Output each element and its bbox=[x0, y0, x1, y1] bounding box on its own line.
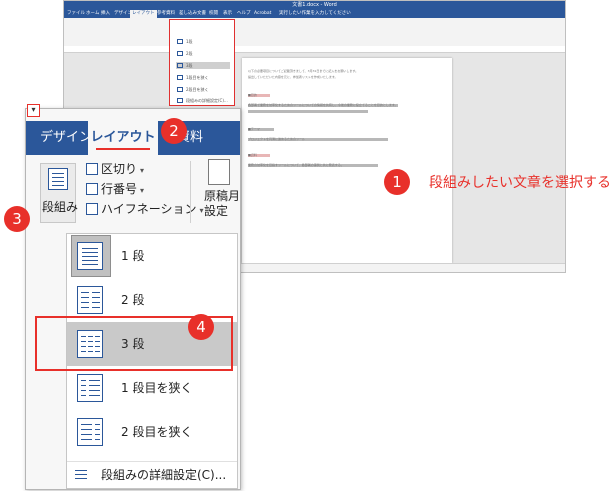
doc-line-selected: 各部署で業務を効率化するためのツールについての情報を共有し、今後の業務に役立てる… bbox=[248, 103, 398, 107]
menu-item-right-narrow[interactable]: 2 段目を狭く bbox=[67, 410, 237, 454]
callout-1: 1 bbox=[384, 169, 410, 195]
menu-item-one-column[interactable]: 1 段 bbox=[67, 234, 237, 278]
menu-item-2col[interactable]: 2段 bbox=[176, 50, 230, 57]
menu-item-left[interactable]: 1段目を狭く bbox=[176, 74, 230, 81]
menu-item-more[interactable]: 段組みの詳細設定(C)... bbox=[176, 97, 230, 104]
doc-line-selected: ■テーマ bbox=[248, 128, 274, 131]
tab-references[interactable]: 参考資料 bbox=[157, 10, 175, 18]
right-narrow-icon bbox=[77, 418, 103, 446]
breaks-button[interactable]: 区切り ▾ bbox=[86, 159, 144, 179]
tab-acrobat[interactable]: Acrobat bbox=[254, 10, 271, 18]
doc-line-selected: プロジェクトを円滑に進めるためのツール bbox=[248, 138, 388, 141]
ruler bbox=[64, 46, 565, 53]
one-column-icon bbox=[77, 242, 103, 270]
doc-line-selected bbox=[248, 110, 368, 113]
hyphenation-icon bbox=[86, 203, 98, 215]
menu-item-3col[interactable]: 3段 bbox=[176, 62, 230, 69]
hyphenation-label: ハイフネーション bbox=[101, 202, 197, 216]
chevron-down-icon: ▾ bbox=[140, 186, 145, 195]
tab-view[interactable]: 表示 bbox=[223, 10, 232, 18]
window-title: 文書1.docx - Word bbox=[292, 2, 337, 8]
breaks-label: 区切り bbox=[101, 162, 138, 176]
doc-line-selected: 業務の効率化を目指すツールについて、各部署の事例と共に発表する。 bbox=[248, 164, 378, 167]
columns-icon bbox=[48, 168, 68, 190]
menu-item-right[interactable]: 2段目を狭く bbox=[176, 86, 230, 93]
title-bar: 文書1.docx - Word bbox=[64, 1, 565, 10]
menu-footer-label: 段組みの詳細設定(C)... bbox=[101, 468, 227, 482]
columns-button[interactable]: 段組み bbox=[40, 163, 79, 223]
doc-line: 提出していただいた内容を元に、参加者リストを作成いたします。 bbox=[248, 75, 338, 79]
ribbon-tab-bar: ファイル ホーム 挿入 デザイン レイアウト 参考資料 差し込み文書 校閲 表示… bbox=[64, 10, 565, 18]
ribbon-body bbox=[64, 18, 565, 47]
tab-review[interactable]: 校閲 bbox=[209, 10, 218, 18]
menu-item-label: 1 段 bbox=[121, 249, 145, 263]
breaks-icon bbox=[86, 163, 98, 175]
line-numbers-button[interactable]: 行番号 ▾ bbox=[86, 179, 144, 199]
manuscript-label: 原稿月 設定 bbox=[204, 189, 241, 218]
two-columns-icon bbox=[77, 286, 103, 314]
document-page[interactable]: 以下の必要項目についてご記載頂きまして、3月31日までに記入をお願いします。 提… bbox=[242, 58, 452, 263]
menu-item-label: 2 段目を狭く bbox=[121, 425, 193, 439]
columns-dropdown-arrow[interactable]: ▾ bbox=[27, 104, 40, 117]
tab-insert[interactable]: 挿入 bbox=[101, 10, 110, 18]
tab-mailings[interactable]: 差し込み文書 bbox=[179, 10, 206, 18]
group-separator bbox=[190, 161, 191, 223]
menu-item-1col[interactable]: 1段 bbox=[176, 38, 230, 45]
callout-3: 3 bbox=[4, 206, 30, 232]
tab-layout[interactable]: レイアウト bbox=[130, 10, 157, 18]
menu-item-label: 1 段目を狭く bbox=[121, 381, 193, 395]
layout-ribbon-zoom: デザイン レイアウト 考資料 段組み 区切り▾ 行番号▾ ハイフネーション▾ 原… bbox=[25, 108, 241, 490]
ribbon-tab-bar: デザイン レイアウト 考資料 bbox=[26, 121, 240, 155]
doc-line: ■目的 bbox=[248, 94, 270, 97]
menu-item-left-narrow[interactable]: 1 段目を狭く bbox=[67, 366, 237, 410]
hyphenation-button[interactable]: ハイフネーション ▾ bbox=[86, 199, 204, 219]
menu-item-more-columns[interactable]: 段組みの詳細設定(C)... bbox=[67, 461, 237, 488]
tab-design[interactable]: デザイン bbox=[40, 121, 92, 155]
doc-line: ■資料 bbox=[248, 154, 270, 157]
manuscript-settings-button[interactable]: 原稿月 設定 bbox=[200, 159, 240, 227]
tab-file[interactable]: ファイル bbox=[67, 10, 85, 18]
tab-home[interactable]: ホーム bbox=[86, 10, 99, 18]
line-numbers-label: 行番号 bbox=[101, 182, 138, 196]
tab-layout[interactable]: レイアウト bbox=[88, 121, 158, 155]
left-narrow-icon bbox=[77, 374, 103, 402]
tab-help[interactable]: ヘルプ bbox=[237, 10, 251, 18]
callout-1-label: 段組みしたい文章を選択する bbox=[429, 175, 611, 191]
doc-line: 以下の必要項目についてご記載頂きまして、3月31日までに記入をお願いします。 bbox=[248, 69, 359, 73]
columns-settings-icon bbox=[75, 470, 87, 480]
manuscript-icon bbox=[208, 159, 230, 185]
tell-me-box[interactable]: 実行したい作業を入力してください bbox=[279, 10, 351, 18]
callout-4: 4 bbox=[188, 314, 214, 340]
line-numbers-icon bbox=[86, 183, 98, 195]
columns-dropdown-small: 1段 2段 3段 1段目を狭く 2段目を狭く 段組みの詳細設定(C)... bbox=[169, 19, 235, 106]
chevron-down-icon: ▾ bbox=[140, 166, 145, 175]
callout-2: 2 bbox=[161, 118, 187, 144]
columns-label: 段組み bbox=[42, 200, 79, 214]
